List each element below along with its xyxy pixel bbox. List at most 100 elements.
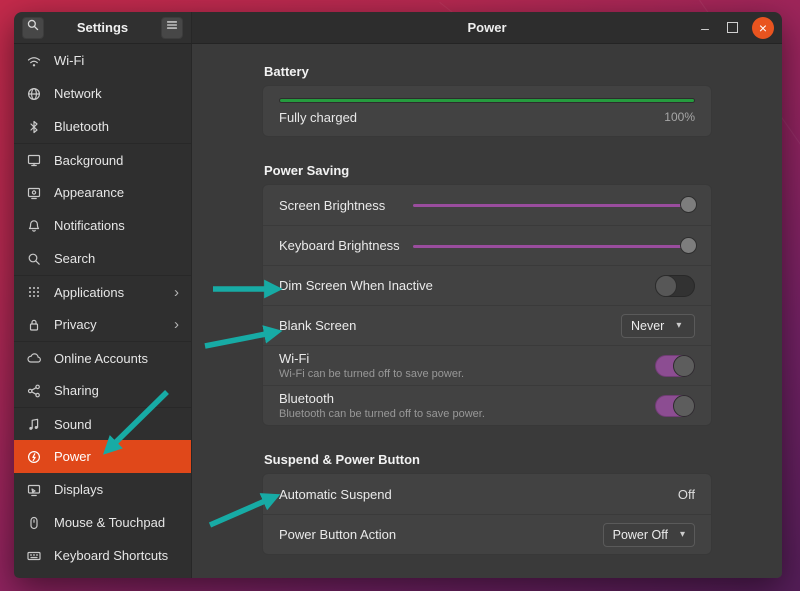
menu-button[interactable] bbox=[161, 17, 183, 39]
toggle-knob bbox=[673, 355, 695, 377]
battery-section: Battery Fully charged 100% bbox=[262, 64, 712, 137]
bluetooth-row: Bluetooth Bluetooth can be turned off to… bbox=[263, 385, 711, 425]
bluetooth-icon bbox=[26, 119, 42, 135]
sidebar-item-label: Applications bbox=[54, 285, 124, 300]
sidebar-headerbar: Settings bbox=[14, 12, 192, 44]
battery-card: Fully charged 100% bbox=[262, 85, 712, 137]
dim-screen-label: Dim Screen When Inactive bbox=[279, 278, 433, 293]
sidebar-item-sound[interactable]: Sound bbox=[14, 407, 191, 440]
bluetooth-toggle[interactable] bbox=[655, 395, 695, 417]
wifi-description: Wi-Fi can be turned off to save power. bbox=[279, 368, 464, 380]
page-title: Power bbox=[467, 20, 506, 35]
sidebar-item-label: Search bbox=[54, 251, 95, 266]
keyboard-icon bbox=[26, 548, 42, 564]
main-headerbar: Power – × bbox=[192, 12, 782, 44]
globe-icon bbox=[26, 86, 42, 102]
suspend-heading: Suspend & Power Button bbox=[264, 452, 712, 467]
sidebar-item-label: Keyboard Shortcuts bbox=[54, 548, 168, 563]
automatic-suspend-value: Off bbox=[678, 487, 695, 502]
power-panel: Battery Fully charged 100% Power Saving … bbox=[192, 44, 782, 578]
bell-icon bbox=[26, 218, 42, 234]
wifi-toggle[interactable] bbox=[655, 355, 695, 377]
sidebar-item-label: Power bbox=[54, 449, 91, 464]
sidebar-item-appearance[interactable]: Appearance bbox=[14, 176, 191, 209]
power-saving-heading: Power Saving bbox=[264, 163, 712, 178]
lock-icon bbox=[26, 317, 42, 333]
sidebar-item-online-accounts[interactable]: Online Accounts bbox=[14, 341, 191, 374]
sidebar-item-label: Mouse & Touchpad bbox=[54, 515, 165, 530]
wifi-label: Wi-Fi bbox=[279, 351, 464, 366]
toggle-knob bbox=[655, 275, 677, 297]
sidebar-item-network[interactable]: Network bbox=[14, 77, 191, 110]
sidebar-item-wifi[interactable]: Wi-Fi bbox=[14, 44, 191, 77]
chevron-right-icon: › bbox=[174, 284, 179, 301]
maximize-button[interactable] bbox=[727, 22, 738, 33]
sidebar-item-applications[interactable]: Applications › bbox=[14, 275, 191, 308]
sidebar: Wi-Fi Network Bluetooth Background Appea bbox=[14, 44, 192, 578]
battery-heading: Battery bbox=[264, 64, 712, 79]
sidebar-item-power[interactable]: Power bbox=[14, 440, 191, 473]
slider-handle[interactable] bbox=[680, 237, 697, 254]
suspend-card: Automatic Suspend Off Power Button Actio… bbox=[262, 473, 712, 555]
magnifier-icon bbox=[26, 251, 42, 267]
sidebar-item-label: Privacy bbox=[54, 317, 97, 332]
sidebar-item-privacy[interactable]: Privacy › bbox=[14, 308, 191, 341]
sidebar-item-background[interactable]: Background bbox=[14, 143, 191, 176]
battery-progress-fill bbox=[280, 99, 694, 102]
sidebar-item-label: Notifications bbox=[54, 218, 125, 233]
sidebar-item-bluetooth[interactable]: Bluetooth bbox=[14, 110, 191, 143]
screen-brightness-slider[interactable] bbox=[413, 196, 695, 214]
screen-brightness-row: Screen Brightness bbox=[263, 185, 711, 225]
keyboard-brightness-slider[interactable] bbox=[413, 237, 695, 255]
blank-screen-dropdown[interactable]: Never ▾ bbox=[621, 314, 695, 338]
battery-percent: 100% bbox=[664, 110, 695, 124]
bluetooth-label: Bluetooth bbox=[279, 391, 485, 406]
power-button-action-row: Power Button Action Power Off ▾ bbox=[263, 514, 711, 554]
sidebar-item-notifications[interactable]: Notifications bbox=[14, 209, 191, 242]
sidebar-item-label: Wi-Fi bbox=[54, 53, 84, 68]
mouse-icon bbox=[26, 515, 42, 531]
chevron-down-icon: ▾ bbox=[680, 529, 685, 540]
screen-brightness-label: Screen Brightness bbox=[279, 198, 385, 213]
appearance-icon bbox=[26, 185, 42, 201]
dim-screen-row: Dim Screen When Inactive bbox=[263, 265, 711, 305]
minimize-button[interactable]: – bbox=[697, 23, 713, 33]
keyboard-brightness-label: Keyboard Brightness bbox=[279, 238, 400, 253]
sidebar-item-label: Background bbox=[54, 153, 123, 168]
power-icon bbox=[26, 449, 42, 465]
cloud-icon bbox=[26, 350, 42, 366]
sidebar-item-search[interactable]: Search bbox=[14, 242, 191, 275]
blank-screen-label: Blank Screen bbox=[279, 318, 356, 333]
power-saving-section: Power Saving Screen Brightness Keyboard … bbox=[262, 163, 712, 426]
slider-track bbox=[413, 204, 689, 207]
bluetooth-description: Bluetooth can be turned off to save powe… bbox=[279, 408, 485, 420]
sidebar-item-keyboard-shortcuts[interactable]: Keyboard Shortcuts bbox=[14, 539, 191, 572]
sidebar-item-label: Bluetooth bbox=[54, 119, 109, 134]
close-button[interactable]: × bbox=[752, 17, 774, 39]
hamburger-icon bbox=[165, 18, 179, 37]
sidebar-item-label: Appearance bbox=[54, 185, 124, 200]
music-note-icon bbox=[26, 416, 42, 432]
sidebar-item-displays[interactable]: Displays bbox=[14, 473, 191, 506]
sidebar-item-label: Sharing bbox=[54, 383, 99, 398]
keyboard-brightness-row: Keyboard Brightness bbox=[263, 225, 711, 265]
sidebar-item-label: Online Accounts bbox=[54, 351, 148, 366]
sidebar-item-sharing[interactable]: Sharing bbox=[14, 374, 191, 407]
slider-track bbox=[413, 245, 689, 248]
blank-screen-value: Never bbox=[631, 319, 664, 333]
battery-status: Fully charged bbox=[279, 110, 357, 125]
blank-screen-row: Blank Screen Never ▾ bbox=[263, 305, 711, 345]
wifi-icon bbox=[26, 53, 42, 69]
power-button-action-dropdown[interactable]: Power Off ▾ bbox=[603, 523, 695, 547]
chevron-down-icon: ▾ bbox=[676, 320, 681, 331]
dim-screen-toggle[interactable] bbox=[655, 275, 695, 297]
toggle-knob bbox=[673, 395, 695, 417]
slider-handle[interactable] bbox=[680, 196, 697, 213]
power-button-action-label: Power Button Action bbox=[279, 527, 396, 542]
sidebar-item-mouse-touchpad[interactable]: Mouse & Touchpad bbox=[14, 506, 191, 539]
automatic-suspend-row[interactable]: Automatic Suspend Off bbox=[263, 474, 711, 514]
battery-row: Fully charged 100% bbox=[263, 86, 711, 136]
search-button[interactable] bbox=[22, 17, 44, 39]
sidebar-item-label: Displays bbox=[54, 482, 103, 497]
sidebar-item-label: Network bbox=[54, 86, 102, 101]
